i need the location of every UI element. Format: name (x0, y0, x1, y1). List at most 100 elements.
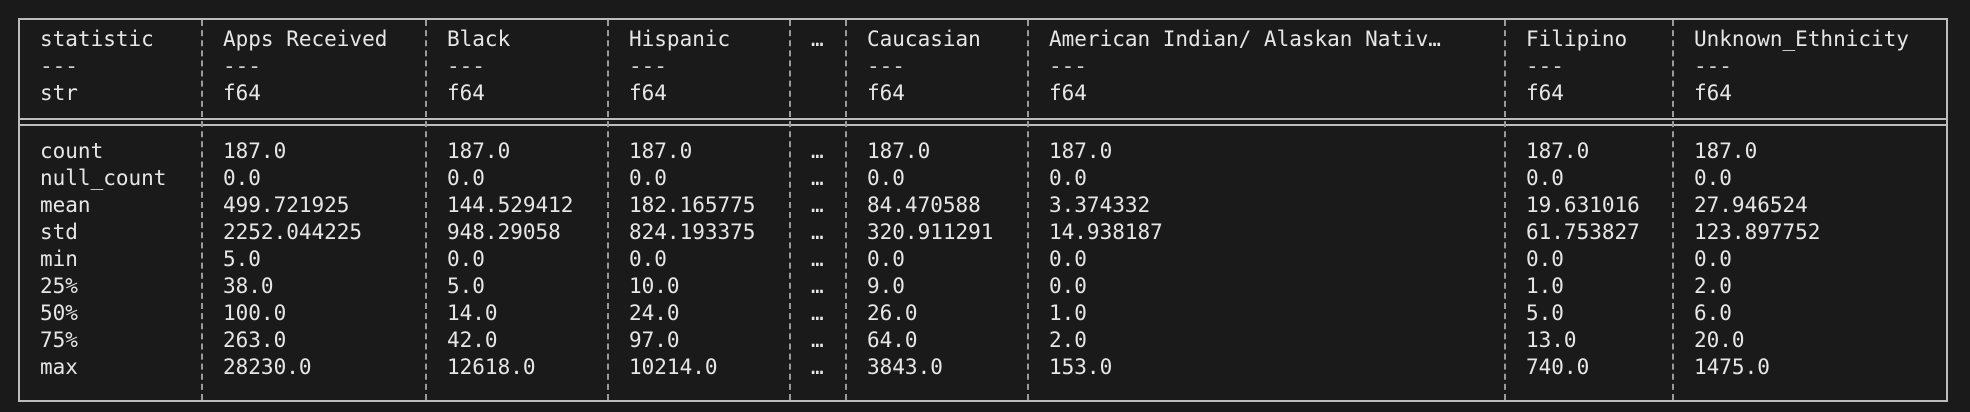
column-separator (1027, 20, 1029, 400)
table-cell: 3.374332 (1049, 193, 1151, 217)
table-cell: 0.0 (1049, 166, 1087, 190)
table-cell: 3843.0 (867, 355, 943, 379)
column-header-name: Caucasian (867, 27, 981, 51)
table-cell: 0.0 (629, 247, 667, 271)
table-cell: 20.0 (1694, 328, 1745, 352)
table-cell: 27.946524 (1694, 193, 1808, 217)
table-cell: 2.0 (1049, 328, 1087, 352)
table-cell: 5.0 (447, 274, 485, 298)
table-cell: 0.0 (629, 166, 667, 190)
table-cell: 824.193375 (629, 220, 756, 244)
column-separator (1672, 20, 1674, 400)
table-cell: 26.0 (867, 301, 918, 325)
column-values: 187.0 0.0 19.631016 61.753827 0.0 1.0 5.0 13.0 7… (1526, 138, 1640, 381)
table-cell: 2252.044225 (223, 220, 363, 244)
column-header: Unknown_Ethnicity --- f64 (1694, 26, 1909, 107)
table-cell: 14.0 (447, 301, 498, 325)
column-header: Apps Received --- f64 (223, 26, 387, 107)
table-cell: 0.0 (1049, 274, 1087, 298)
table-cell: … (811, 247, 824, 271)
statistic-label: mean (40, 193, 91, 217)
table-cell: 0.0 (867, 166, 905, 190)
column-header-separator: --- (1694, 54, 1732, 78)
statistic-label: null_count (40, 166, 167, 190)
table-cell: 28230.0 (223, 355, 312, 379)
table-cell: 263.0 (223, 328, 287, 352)
column-separator (789, 20, 791, 400)
column-header-separator: --- (867, 54, 905, 78)
table-cell: 1.0 (1526, 274, 1564, 298)
column-dtype: f64 (1049, 81, 1087, 105)
table-cell: 499.721925 (223, 193, 350, 217)
statistic-label: 75% (40, 328, 78, 352)
column-values: 187.0 0.0 182.165775 824.193375 0.0 10.0 24.0 9… (629, 138, 755, 381)
column-header-name: … (811, 27, 824, 51)
table-cell: 187.0 (223, 139, 287, 163)
table-cell: … (811, 274, 824, 298)
table-cell: 0.0 (1526, 247, 1564, 271)
table-cell: 61.753827 (1526, 220, 1640, 244)
table-cell: 0.0 (1694, 247, 1732, 271)
table-cell: 100.0 (223, 301, 287, 325)
table-cell: 13.0 (1526, 328, 1577, 352)
table-cell: 24.0 (629, 301, 680, 325)
column-separator (607, 20, 609, 400)
table-cell: 9.0 (867, 274, 905, 298)
table-cell: 42.0 (447, 328, 498, 352)
statistic-label: 25% (40, 274, 78, 298)
header-divider-top (20, 118, 1946, 120)
column-dtype: str (40, 81, 78, 105)
table-cell: 10214.0 (629, 355, 718, 379)
column-dtype: f64 (867, 81, 905, 105)
table-cell: 6.0 (1694, 301, 1732, 325)
table-cell: 187.0 (1526, 139, 1590, 163)
table-cell: 740.0 (1526, 355, 1590, 379)
column-separator (201, 20, 203, 400)
header-divider-bottom (20, 124, 1946, 126)
column-header: Caucasian --- f64 (867, 26, 981, 107)
table-cell: 948.29058 (447, 220, 561, 244)
table-cell: 0.0 (1049, 247, 1087, 271)
column-dtype: f64 (629, 81, 667, 105)
column-values: 187.0 0.0 3.374332 14.938187 0.0 0.0 1.0 2.0 153… (1049, 138, 1163, 381)
table-cell: 64.0 (867, 328, 918, 352)
table-cell: 0.0 (1694, 166, 1732, 190)
table-cell: 187.0 (629, 139, 693, 163)
table-cell: … (811, 193, 824, 217)
column-header-name: Unknown_Ethnicity (1694, 27, 1909, 51)
column-header-separator: --- (1049, 54, 1087, 78)
column-values: ……………………… (811, 138, 824, 381)
table-cell: 144.529412 (447, 193, 574, 217)
statistic-label: max (40, 355, 78, 379)
table-cell: 182.165775 (629, 193, 756, 217)
column-dtype: f64 (1526, 81, 1564, 105)
column-header: Hispanic --- f64 (629, 26, 730, 107)
column-separator (1504, 20, 1506, 400)
column-dtype: f64 (1694, 81, 1732, 105)
table-cell: 0.0 (447, 166, 485, 190)
table-cell: … (811, 139, 824, 163)
table-cell: 2.0 (1694, 274, 1732, 298)
column-header: … (811, 26, 824, 53)
statistic-label: count (40, 139, 104, 163)
table-cell: 5.0 (223, 247, 261, 271)
table-cell: … (811, 328, 824, 352)
table-cell: 1475.0 (1694, 355, 1770, 379)
column-header-name: Hispanic (629, 27, 731, 51)
table-cell: 38.0 (223, 274, 274, 298)
column-values: 187.0 0.0 27.946524 123.897752 0.0 2.0 6.0 20.0… (1694, 138, 1820, 381)
table-cell: 123.897752 (1694, 220, 1821, 244)
column-header-name: statistic (40, 27, 154, 51)
column-header-name: Filipino (1526, 27, 1628, 51)
table-cell: 187.0 (447, 139, 511, 163)
column-dtype: f64 (223, 81, 261, 105)
statistic-label: 50% (40, 301, 78, 325)
column-header: American Indian/ Alaskan Nativ… --- f64 (1049, 26, 1441, 107)
table-cell: 0.0 (1526, 166, 1564, 190)
column-dtype: f64 (447, 81, 485, 105)
statistic-label: std (40, 220, 78, 244)
table-cell: 187.0 (867, 139, 931, 163)
table-cell: 0.0 (867, 247, 905, 271)
column-values: count null_count mean std min 25% 50% 75% max (40, 138, 166, 381)
table-cell: … (811, 301, 824, 325)
